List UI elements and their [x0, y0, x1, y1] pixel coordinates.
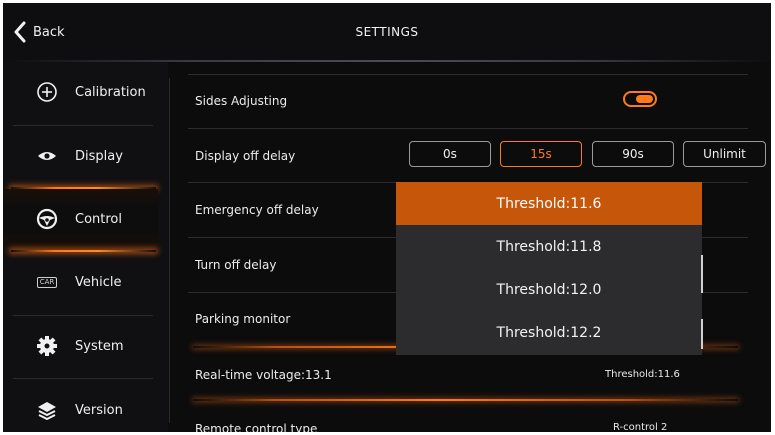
sides-adjusting-label: Sides Adjusting	[195, 94, 288, 108]
emergency-off-delay-label: Emergency off delay	[195, 203, 319, 217]
display-off-delay-90s-button[interactable]: 90s	[592, 141, 674, 167]
sidebar-item-display[interactable]: Display	[3, 126, 158, 186]
sidebar-item-vehicle[interactable]: CAR Vehicle	[3, 252, 158, 312]
dropdown-option[interactable]: Threshold:12.0	[396, 268, 702, 311]
page-title: SETTINGS	[355, 25, 419, 39]
display-off-delay-unlimit-button[interactable]: Unlimit	[683, 141, 766, 167]
sidebar-vertical-divider	[169, 78, 170, 423]
sidebar-item-calibration[interactable]: Calibration	[3, 62, 158, 122]
car-badge-text: CAR	[36, 276, 58, 288]
sides-adjusting-toggle[interactable]	[623, 91, 657, 107]
turn-off-delay-label: Turn off delay	[195, 258, 277, 272]
parking-monitor-label: Parking monitor	[195, 312, 291, 326]
eye-icon	[35, 144, 59, 168]
dropdown-option[interactable]: Threshold:12.2	[396, 311, 702, 354]
gear-icon	[35, 334, 59, 358]
row-divider	[188, 128, 748, 129]
sidebar-item-label: Calibration	[75, 84, 146, 100]
dropdown-scrollbar[interactable]	[701, 255, 703, 293]
steering-wheel-icon	[35, 207, 59, 231]
threshold-dropdown: Threshold:11.6 Threshold:11.8 Threshold:…	[396, 182, 702, 355]
sidebar-divider	[13, 378, 153, 379]
sidebar-item-label: Vehicle	[75, 274, 122, 290]
real-time-voltage-label: Real-time voltage:13.1	[195, 368, 332, 382]
sidebar-item-label: Display	[75, 148, 123, 164]
toggle-knob	[636, 95, 653, 103]
settings-window: Back SETTINGS Calibration Display Contro…	[0, 0, 775, 435]
display-off-delay-0s-button[interactable]: 0s	[409, 141, 491, 167]
dropdown-option[interactable]: Threshold:11.8	[396, 225, 702, 268]
layers-icon	[35, 398, 59, 422]
remote-control-type-label: Remote control type	[195, 422, 318, 435]
plus-circle-icon	[35, 80, 59, 104]
sidebar-item-version[interactable]: Version	[3, 380, 158, 432]
dropdown-option[interactable]: Threshold:11.6	[396, 182, 702, 225]
dropdown-scrollbar[interactable]	[701, 319, 703, 349]
sidebar-item-label: Version	[75, 402, 123, 418]
sidebar-item-label: Control	[75, 211, 122, 227]
display-off-delay-label: Display off delay	[195, 149, 296, 163]
active-row-glow	[193, 399, 738, 401]
sidebar-item-system[interactable]: System	[3, 316, 158, 376]
sidebar-item-control[interactable]: Control	[3, 189, 158, 249]
car-badge-icon: CAR	[35, 270, 59, 294]
row-divider	[188, 74, 748, 75]
remote-control-type-value[interactable]: R-control 2	[613, 422, 667, 432]
voltage-threshold-value[interactable]: Threshold:11.6	[605, 369, 680, 380]
sidebar-item-label: System	[75, 338, 124, 354]
display-off-delay-15s-button[interactable]: 15s	[500, 141, 582, 167]
header-bar: Back SETTINGS	[3, 3, 771, 61]
sidebar: Calibration Display Control CAR Vehicle	[3, 62, 168, 432]
